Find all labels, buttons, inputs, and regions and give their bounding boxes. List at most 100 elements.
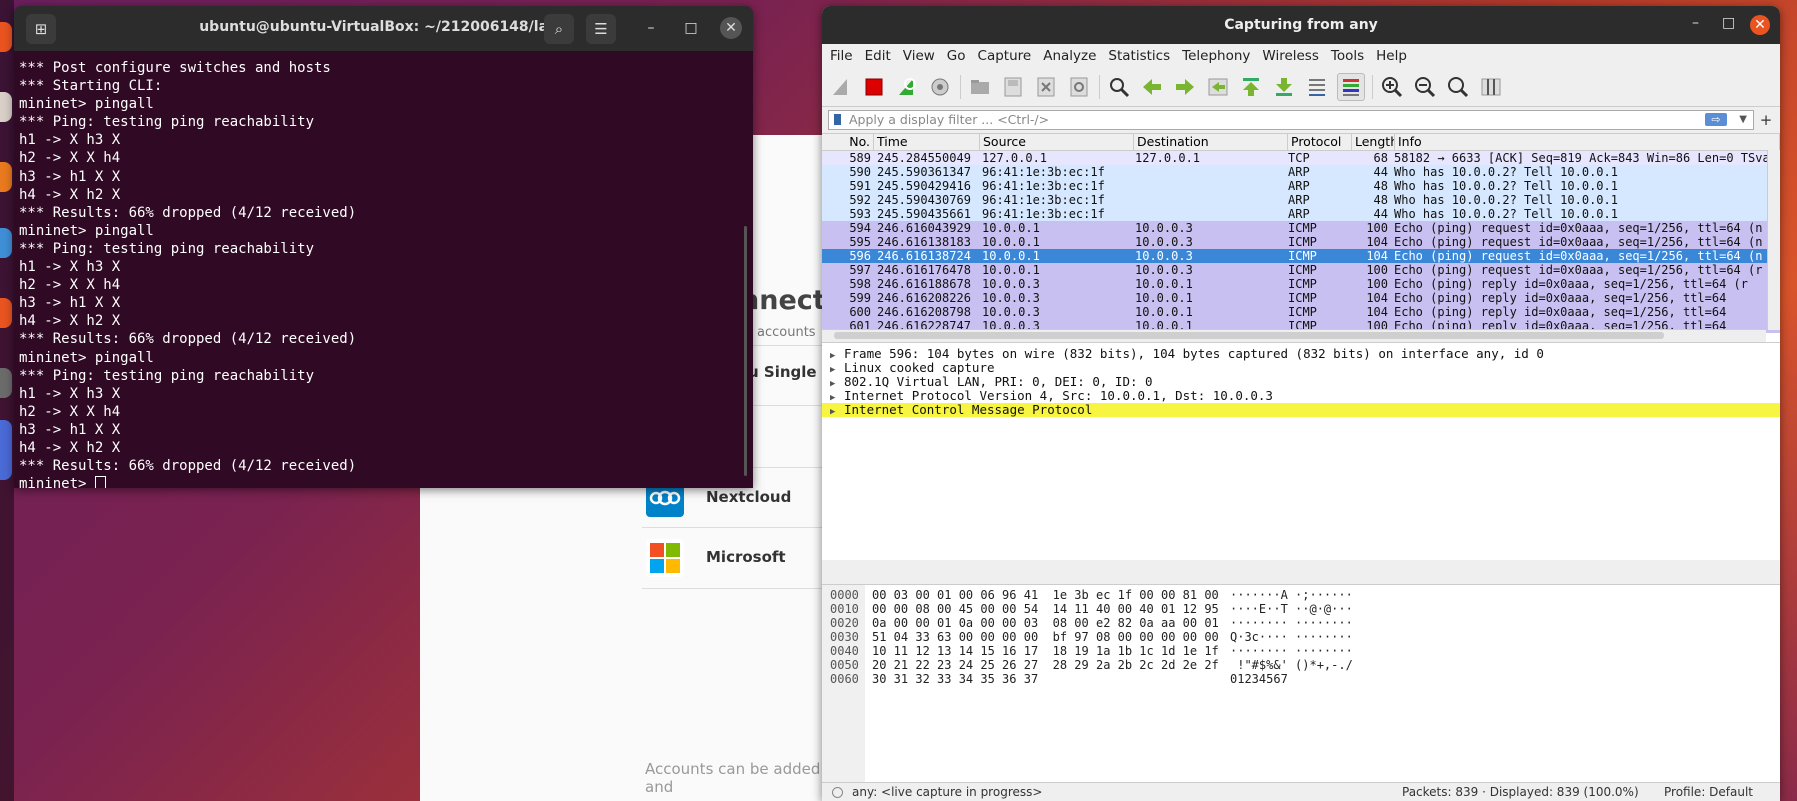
packet-row[interactable]: 600 246.616208798 10.0.0.3 10.0.0.1 ICMP 104 E… [822,305,1780,319]
packet-row[interactable]: 589 245.284550049 127.0.0.1 127.0.0.1 TCP 68 5… [822,151,1780,165]
dock-app-icon[interactable] [0,92,12,122]
bytes-row[interactable]: 0060 30 31 32 33 34 35 36 37 01234567 [822,672,1780,686]
open-file-icon[interactable] [967,74,993,100]
packet-row[interactable]: 591 245.590429416 96:41:1e:3b:ec:1f ARP 48 Wh… [822,179,1780,193]
expand-arrow-icon[interactable]: ▶ [830,405,844,419]
zoom-out-icon[interactable] [1412,74,1438,100]
dock-app-icon[interactable] [0,162,12,192]
packet-row[interactable]: 598 246.616188678 10.0.0.3 10.0.0.1 ICMP 100 E… [822,277,1780,291]
expert-info-icon[interactable] [832,787,843,798]
find-packet-icon[interactable] [1106,74,1132,100]
dock-app-icon[interactable] [0,228,12,258]
column-header-destination[interactable]: Destination [1134,134,1288,150]
restart-capture-icon[interactable] [894,74,920,100]
reload-file-icon[interactable] [1066,74,1092,100]
menu-item-view[interactable]: View [903,48,935,64]
maximize-icon[interactable]: □ [680,17,702,39]
first-packet-icon[interactable] [1238,74,1264,100]
detail-row[interactable]: ▶ Internet Protocol Version 4, Src: 10.0.… [822,389,1780,404]
shark-fin-start-icon[interactable] [828,74,854,100]
resize-columns-icon[interactable] [1478,74,1504,100]
menu-item-edit[interactable]: Edit [865,48,891,64]
column-header-time[interactable]: Time [874,134,980,150]
terminal-prompt-line[interactable]: mininet> [19,475,753,488]
zoom-reset-icon[interactable] [1445,74,1471,100]
column-header-length[interactable]: Length [1352,134,1395,150]
terminal-scrollbar[interactable] [744,226,747,476]
menu-item-wireless[interactable]: Wireless [1262,48,1319,64]
last-packet-icon[interactable] [1271,74,1297,100]
column-header-no[interactable]: No. [822,134,874,150]
menu-item-telephony[interactable]: Telephony [1182,48,1250,64]
detail-row[interactable]: ▶ 802.1Q Virtual LAN, PRI: 0, DEI: 0, ID:… [822,375,1780,390]
account-row-microsoft[interactable]: Microsoft [642,527,830,589]
apply-filter-icon[interactable]: ⇨ [1705,113,1727,126]
minimize-icon[interactable]: – [1692,15,1699,31]
menu-item-analyze[interactable]: Analyze [1043,48,1096,64]
bytes-row[interactable]: 0050 20 21 22 23 24 25 26 27 28 29 2a 2b … [822,658,1780,672]
packet-row[interactable]: 595 246.616138183 10.0.0.1 10.0.0.3 ICMP 104 E… [822,235,1780,249]
dock-app-icon[interactable] [0,22,12,52]
bytes-row[interactable]: 0000 00 03 00 01 00 06 96 41 1e 3b ec 1f … [822,588,1780,602]
minimize-icon[interactable]: – [640,17,662,39]
go-to-packet-icon[interactable] [1205,74,1231,100]
close-icon[interactable]: ✕ [720,17,742,39]
maximize-icon[interactable]: □ [1722,15,1735,31]
detail-row[interactable]: ▶ Linux cooked capture [822,361,1780,376]
wireshark-window[interactable]: Capturing from any – □ ✕ File Edit View Go C… [822,6,1780,801]
packet-row[interactable]: 597 246.616176478 10.0.0.1 10.0.0.3 ICMP 100 E… [822,263,1780,277]
capture-options-icon[interactable] [927,74,953,100]
save-file-icon[interactable] [1000,74,1026,100]
menu-icon[interactable]: ☰ [586,14,616,44]
detail-row[interactable]: ▶ Internet Control Message Protocol [822,403,1780,417]
menu-item-file[interactable]: File [830,48,853,64]
packet-bytes[interactable]: 0000 00 03 00 01 00 06 96 41 1e 3b ec 1f … [822,584,1780,784]
terminal-window[interactable]: ⊞ ubuntu@ubuntu-VirtualBox: ~/212006148/… [14,6,753,488]
column-header-info[interactable]: Info [1395,134,1780,150]
menu-item-statistics[interactable]: Statistics [1108,48,1170,64]
packet-row[interactable]: 590 245.590361347 96:41:1e:3b:ec:1f ARP 44 Wh… [822,165,1780,179]
display-filter-input[interactable]: Apply a display filter ... <Ctrl-/> ⇨ ▼ [828,110,1754,130]
go-forward-icon[interactable] [1172,74,1198,100]
column-header-protocol[interactable]: Protocol [1288,134,1352,150]
packet-row[interactable]: 592 245.590430769 96:41:1e:3b:ec:1f ARP 48 Wh… [822,193,1780,207]
packet-list-vscroll[interactable] [1767,150,1780,330]
packet-row[interactable]: 599 246.616208226 10.0.0.3 10.0.0.1 ICMP 104 E… [822,291,1780,305]
packet-row[interactable]: 594 246.616043929 10.0.0.1 10.0.0.3 ICMP 100 E… [822,221,1780,235]
packet-row[interactable]: 596 246.616138724 10.0.0.1 10.0.0.3 ICMP 104 E… [822,249,1780,263]
bytes-row[interactable]: 0030 51 04 33 63 00 00 00 00 bf 97 08 00 … [822,630,1780,644]
stop-capture-icon[interactable] [861,74,887,100]
packet-details[interactable]: ▶ Frame 596: 104 bytes on wire (832 bits)… [822,342,1780,560]
dock-app-icon[interactable] [0,298,12,328]
menu-item-tools[interactable]: Tools [1331,48,1364,64]
search-icon[interactable]: ⌕ [544,14,574,44]
wireshark-titlebar[interactable]: Capturing from any – □ ✕ [822,6,1780,44]
dock-app-icon[interactable] [0,420,12,480]
column-header-source[interactable]: Source [980,134,1134,150]
bytes-row[interactable]: 0020 0a 00 00 01 0a 00 00 03 08 00 e2 82 … [822,616,1780,630]
bytes-row[interactable]: 0040 10 11 12 13 14 15 16 17 18 19 1a 1b … [822,644,1780,658]
autoscroll-icon[interactable] [1304,74,1330,100]
go-back-icon[interactable] [1139,74,1165,100]
close-file-icon[interactable] [1033,74,1059,100]
packet-list-hscroll[interactable] [822,329,1766,342]
terminal-titlebar[interactable]: ⊞ ubuntu@ubuntu-VirtualBox: ~/212006148/… [14,6,753,51]
menu-item-help[interactable]: Help [1376,48,1407,64]
bookmark-icon[interactable] [834,114,841,125]
terminal-line: *** Ping: testing ping reachability [19,240,315,257]
menu-item-go[interactable]: Go [947,48,966,64]
zoom-in-icon[interactable] [1379,74,1405,100]
add-filter-button-icon[interactable]: + [1758,111,1774,129]
colorize-icon[interactable] [1337,73,1365,101]
close-icon[interactable]: ✕ [1750,15,1770,35]
packet-row[interactable]: 593 245.590435661 96:41:1e:3b:ec:1f ARP 44 Wh… [822,207,1780,221]
dock-app-icon[interactable] [0,368,12,398]
menu-item-capture[interactable]: Capture [978,48,1032,64]
packet-cell-time: 245.590361347 [877,165,971,179]
chevron-down-icon[interactable]: ▼ [1739,111,1747,129]
packet-list[interactable]: No. Time Source Destination Protocol Length In… [822,133,1780,342]
status-profile[interactable]: Profile: Default [1664,783,1753,801]
terminal-output[interactable]: *** Post configure switches and hosts ***… [14,51,753,488]
detail-row[interactable]: ▶ Frame 596: 104 bytes on wire (832 bits)… [822,347,1780,362]
bytes-row[interactable]: 0010 00 00 08 00 45 00 00 54 14 11 40 00 … [822,602,1780,616]
